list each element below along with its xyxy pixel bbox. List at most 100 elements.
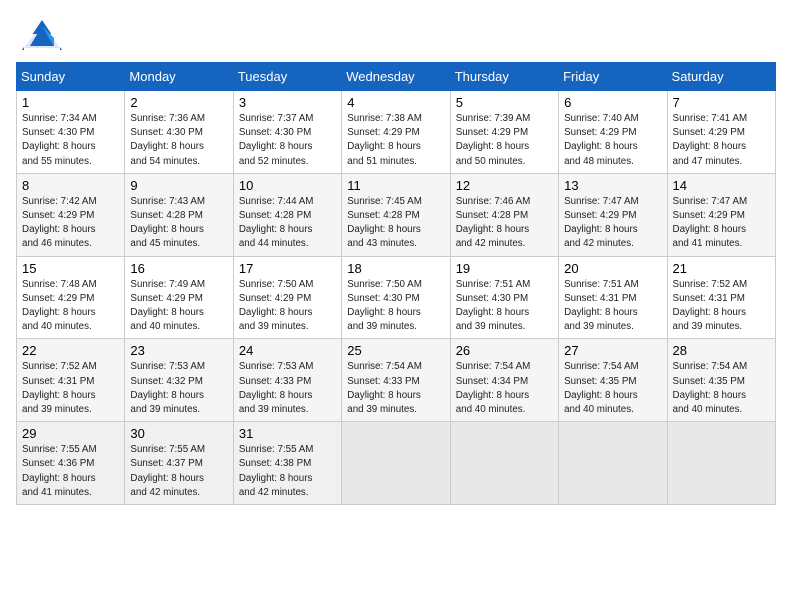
calendar-cell: 9 Sunrise: 7:43 AMSunset: 4:28 PMDaylight… bbox=[125, 173, 233, 256]
calendar-cell: 16 Sunrise: 7:49 AMSunset: 4:29 PMDayligh… bbox=[125, 256, 233, 339]
day-info: Sunrise: 7:55 AMSunset: 4:36 PMDaylight:… bbox=[22, 443, 119, 500]
day-info: Sunrise: 7:37 AMSunset: 4:30 PMDaylight:… bbox=[239, 112, 336, 169]
day-number: 21 bbox=[673, 261, 770, 276]
day-info: Sunrise: 7:51 AMSunset: 4:31 PMDaylight:… bbox=[564, 278, 661, 335]
day-info: Sunrise: 7:39 AMSunset: 4:29 PMDaylight:… bbox=[456, 112, 553, 169]
day-number: 30 bbox=[130, 426, 227, 441]
day-number: 18 bbox=[347, 261, 444, 276]
calendar-cell: 11Sunrise: 7:45 AMSunset: 4:28 PMDayligh… bbox=[342, 173, 450, 256]
day-info: Sunrise: 7:47 AMSunset: 4:29 PMDaylight:… bbox=[673, 195, 770, 252]
calendar-cell: 10Sunrise: 7:44 AMSunset: 4:28 PMDayligh… bbox=[233, 173, 341, 256]
day-number: 17 bbox=[239, 261, 336, 276]
day-info: Sunrise: 7:34 AMSunset: 4:30 PMDaylight:… bbox=[22, 112, 119, 169]
day-number: 10 bbox=[239, 178, 336, 193]
day-number: 29 bbox=[22, 426, 119, 441]
day-number: 20 bbox=[564, 261, 661, 276]
calendar-cell: 6 Sunrise: 7:40 AMSunset: 4:29 PMDaylight… bbox=[559, 91, 667, 174]
calendar-table: SundayMondayTuesdayWednesdayThursdayFrid… bbox=[16, 62, 776, 505]
day-info: Sunrise: 7:53 AMSunset: 4:32 PMDaylight:… bbox=[130, 360, 227, 417]
calendar-cell: 13 Sunrise: 7:47 AMSunset: 4:29 PMDayligh… bbox=[559, 173, 667, 256]
calendar-cell bbox=[667, 422, 775, 505]
calendar-cell: 1 Sunrise: 7:34 AMSunset: 4:30 PMDaylight… bbox=[17, 91, 125, 174]
calendar-header-tuesday: Tuesday bbox=[233, 63, 341, 91]
day-number: 14 bbox=[673, 178, 770, 193]
day-number: 6 bbox=[564, 95, 661, 110]
day-info: Sunrise: 7:47 AMSunset: 4:29 PMDaylight:… bbox=[564, 195, 661, 252]
day-number: 13 bbox=[564, 178, 661, 193]
day-number: 9 bbox=[130, 178, 227, 193]
day-number: 3 bbox=[239, 95, 336, 110]
calendar-header-row: SundayMondayTuesdayWednesdayThursdayFrid… bbox=[17, 63, 776, 91]
calendar-cell bbox=[450, 422, 558, 505]
calendar-header-sunday: Sunday bbox=[17, 63, 125, 91]
day-number: 16 bbox=[130, 261, 227, 276]
calendar-cell: 27Sunrise: 7:54 AMSunset: 4:35 PMDayligh… bbox=[559, 339, 667, 422]
calendar-cell: 15 Sunrise: 7:48 AMSunset: 4:29 PMDayligh… bbox=[17, 256, 125, 339]
day-info: Sunrise: 7:50 AMSunset: 4:30 PMDaylight:… bbox=[347, 278, 444, 335]
day-info: Sunrise: 7:38 AMSunset: 4:29 PMDaylight:… bbox=[347, 112, 444, 169]
calendar-cell: 19Sunrise: 7:51 AMSunset: 4:30 PMDayligh… bbox=[450, 256, 558, 339]
calendar-week-row: 22 Sunrise: 7:52 AMSunset: 4:31 PMDayligh… bbox=[17, 339, 776, 422]
day-info: Sunrise: 7:52 AMSunset: 4:31 PMDaylight:… bbox=[673, 278, 770, 335]
day-number: 26 bbox=[456, 343, 553, 358]
calendar-cell: 20 Sunrise: 7:51 AMSunset: 4:31 PMDayligh… bbox=[559, 256, 667, 339]
calendar-cell bbox=[559, 422, 667, 505]
day-info: Sunrise: 7:46 AMSunset: 4:28 PMDaylight:… bbox=[456, 195, 553, 252]
day-info: Sunrise: 7:36 AMSunset: 4:30 PMDaylight:… bbox=[130, 112, 227, 169]
calendar-cell: 25 Sunrise: 7:54 AMSunset: 4:33 PMDayligh… bbox=[342, 339, 450, 422]
day-info: Sunrise: 7:55 AMSunset: 4:38 PMDaylight:… bbox=[239, 443, 336, 500]
calendar-cell: 12 Sunrise: 7:46 AMSunset: 4:28 PMDayligh… bbox=[450, 173, 558, 256]
day-info: Sunrise: 7:54 AMSunset: 4:35 PMDaylight:… bbox=[564, 360, 661, 417]
calendar-header-saturday: Saturday bbox=[667, 63, 775, 91]
day-info: Sunrise: 7:43 AMSunset: 4:28 PMDaylight:… bbox=[130, 195, 227, 252]
day-number: 2 bbox=[130, 95, 227, 110]
calendar-header-wednesday: Wednesday bbox=[342, 63, 450, 91]
day-number: 4 bbox=[347, 95, 444, 110]
calendar-cell: 30 Sunrise: 7:55 AMSunset: 4:37 PMDayligh… bbox=[125, 422, 233, 505]
day-number: 25 bbox=[347, 343, 444, 358]
day-info: Sunrise: 7:53 AMSunset: 4:33 PMDaylight:… bbox=[239, 360, 336, 417]
day-info: Sunrise: 7:41 AMSunset: 4:29 PMDaylight:… bbox=[673, 112, 770, 169]
calendar-cell: 26 Sunrise: 7:54 AMSunset: 4:34 PMDayligh… bbox=[450, 339, 558, 422]
day-number: 8 bbox=[22, 178, 119, 193]
day-info: Sunrise: 7:45 AMSunset: 4:28 PMDaylight:… bbox=[347, 195, 444, 252]
day-number: 15 bbox=[22, 261, 119, 276]
calendar-cell: 31 Sunrise: 7:55 AMSunset: 4:38 PMDayligh… bbox=[233, 422, 341, 505]
calendar-week-row: 8 Sunrise: 7:42 AMSunset: 4:29 PMDaylight… bbox=[17, 173, 776, 256]
day-number: 24 bbox=[239, 343, 336, 358]
day-number: 28 bbox=[673, 343, 770, 358]
day-info: Sunrise: 7:48 AMSunset: 4:29 PMDaylight:… bbox=[22, 278, 119, 335]
calendar-cell: 2 Sunrise: 7:36 AMSunset: 4:30 PMDaylight… bbox=[125, 91, 233, 174]
day-info: Sunrise: 7:52 AMSunset: 4:31 PMDaylight:… bbox=[22, 360, 119, 417]
day-number: 22 bbox=[22, 343, 119, 358]
calendar-cell: 17 Sunrise: 7:50 AMSunset: 4:29 PMDayligh… bbox=[233, 256, 341, 339]
calendar-week-row: 15 Sunrise: 7:48 AMSunset: 4:29 PMDayligh… bbox=[17, 256, 776, 339]
day-info: Sunrise: 7:54 AMSunset: 4:35 PMDaylight:… bbox=[673, 360, 770, 417]
day-info: Sunrise: 7:50 AMSunset: 4:29 PMDaylight:… bbox=[239, 278, 336, 335]
calendar-cell: 22 Sunrise: 7:52 AMSunset: 4:31 PMDayligh… bbox=[17, 339, 125, 422]
day-info: Sunrise: 7:54 AMSunset: 4:33 PMDaylight:… bbox=[347, 360, 444, 417]
logo bbox=[16, 16, 72, 54]
day-number: 1 bbox=[22, 95, 119, 110]
calendar-cell: 8 Sunrise: 7:42 AMSunset: 4:29 PMDaylight… bbox=[17, 173, 125, 256]
day-info: Sunrise: 7:54 AMSunset: 4:34 PMDaylight:… bbox=[456, 360, 553, 417]
calendar-cell: 7 Sunrise: 7:41 AMSunset: 4:29 PMDaylight… bbox=[667, 91, 775, 174]
calendar-header-friday: Friday bbox=[559, 63, 667, 91]
calendar-cell bbox=[342, 422, 450, 505]
calendar-cell: 18 Sunrise: 7:50 AMSunset: 4:30 PMDayligh… bbox=[342, 256, 450, 339]
day-number: 12 bbox=[456, 178, 553, 193]
day-info: Sunrise: 7:49 AMSunset: 4:29 PMDaylight:… bbox=[130, 278, 227, 335]
calendar-cell: 21 Sunrise: 7:52 AMSunset: 4:31 PMDayligh… bbox=[667, 256, 775, 339]
calendar-cell: 5 Sunrise: 7:39 AMSunset: 4:29 PMDaylight… bbox=[450, 91, 558, 174]
day-info: Sunrise: 7:55 AMSunset: 4:37 PMDaylight:… bbox=[130, 443, 227, 500]
day-number: 5 bbox=[456, 95, 553, 110]
page-header bbox=[16, 16, 776, 54]
day-info: Sunrise: 7:42 AMSunset: 4:29 PMDaylight:… bbox=[22, 195, 119, 252]
calendar-header-monday: Monday bbox=[125, 63, 233, 91]
logo-icon bbox=[16, 16, 68, 54]
calendar-week-row: 29 Sunrise: 7:55 AMSunset: 4:36 PMDayligh… bbox=[17, 422, 776, 505]
calendar-week-row: 1 Sunrise: 7:34 AMSunset: 4:30 PMDaylight… bbox=[17, 91, 776, 174]
day-info: Sunrise: 7:40 AMSunset: 4:29 PMDaylight:… bbox=[564, 112, 661, 169]
day-number: 7 bbox=[673, 95, 770, 110]
day-number: 31 bbox=[239, 426, 336, 441]
